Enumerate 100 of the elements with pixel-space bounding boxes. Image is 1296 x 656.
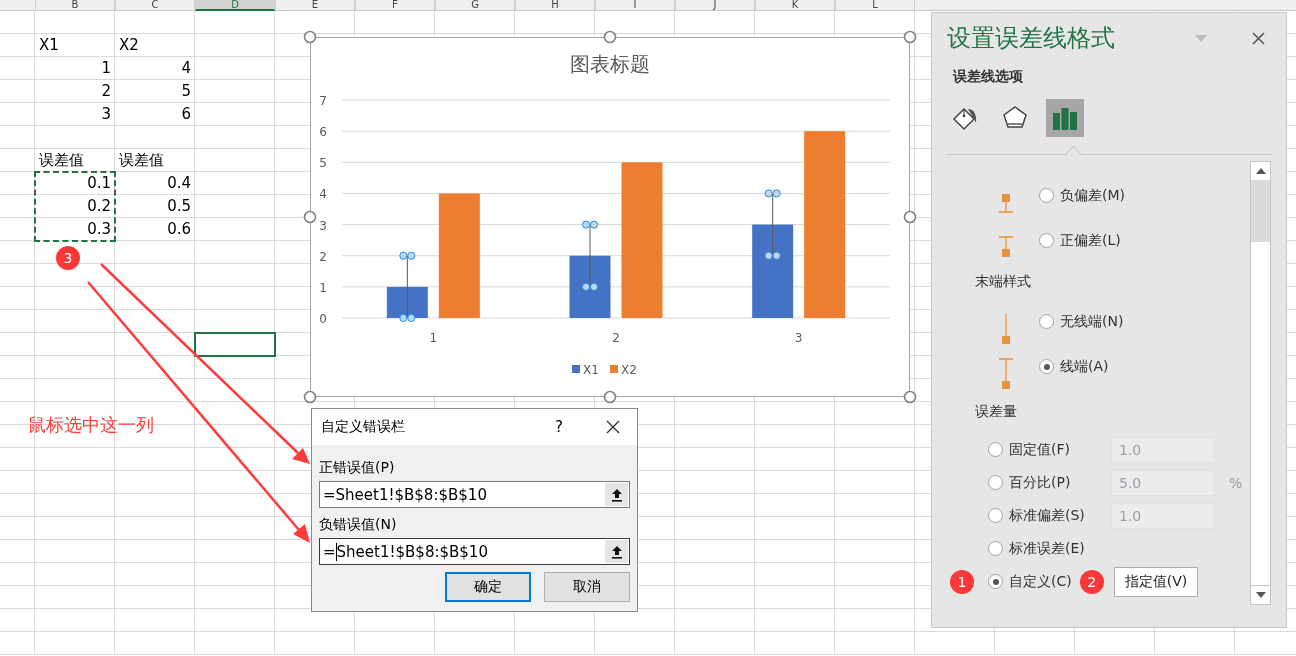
radio-label[interactable]: 负偏差(M): [1060, 186, 1125, 205]
table-cell-text: 0.3: [86, 219, 112, 240]
column-header[interactable]: J: [675, 0, 755, 11]
column-header[interactable]: G: [435, 0, 515, 11]
active-cell[interactable]: [194, 332, 276, 357]
annotation-text: 鼠标选中这一列: [28, 413, 154, 437]
scrollbar[interactable]: [1250, 161, 1271, 605]
radio-button[interactable]: [1039, 233, 1054, 248]
column-header[interactable]: K: [755, 0, 835, 11]
resize-handle[interactable]: [303, 390, 317, 404]
dialog-button[interactable]: 确定: [445, 572, 531, 602]
resize-handle[interactable]: [303, 210, 317, 224]
table-cell-text: 误差值: [38, 150, 85, 171]
pane-title: 设置误差线格式: [947, 23, 1116, 54]
table-cell-text: 5: [180, 81, 192, 102]
step-badge: 3: [56, 246, 80, 270]
column-header[interactable]: C: [115, 0, 195, 11]
column-header[interactable]: H: [515, 0, 595, 11]
column-header[interactable]: E: [275, 0, 355, 11]
error-bar[interactable]: [399, 251, 416, 323]
table-cell-text: 4: [180, 58, 192, 79]
resize-handle[interactable]: [903, 30, 917, 44]
down-triangle-icon: [1255, 592, 1266, 598]
table-cell-text: 3: [100, 104, 112, 125]
step-badge: 1: [950, 569, 974, 594]
range-input-field[interactable]: =Sheet1!$B$8:$B$10: [319, 481, 630, 508]
axis-label: 2: [612, 331, 620, 345]
column-header[interactable]: F: [355, 0, 435, 11]
legend-label: X1: [583, 363, 599, 377]
axis-label: 0: [319, 312, 327, 326]
radio-button[interactable]: [1039, 188, 1054, 203]
column-header[interactable]: B: [35, 0, 115, 11]
upload-arrow-icon: [610, 544, 623, 559]
radio-label[interactable]: 无线端(N): [1060, 312, 1124, 331]
radio-button[interactable]: [988, 574, 1003, 589]
table-cell-text: 2: [100, 81, 112, 102]
table-cell-text: 0.2: [86, 196, 112, 217]
axis-label: 5: [319, 156, 327, 171]
table-cell-text: 0.6: [166, 219, 192, 240]
resize-handle[interactable]: [603, 30, 617, 44]
collapse-dialog-button[interactable]: [605, 540, 628, 563]
table-cell-text: 0.1: [86, 173, 112, 194]
upload-arrow-icon: [610, 487, 623, 502]
axis-label: 3: [794, 331, 803, 345]
table-cell-text: X2: [118, 35, 140, 56]
bar[interactable]: [438, 193, 480, 318]
close-icon[interactable]: [1252, 31, 1265, 45]
legend-swatch: [610, 365, 618, 373]
error-bar[interactable]: [581, 220, 599, 291]
bar[interactable]: [386, 286, 428, 318]
table-cell-text: 0.5: [166, 196, 192, 217]
column-header[interactable]: L: [835, 0, 915, 11]
step-badge: 2: [1079, 569, 1104, 594]
legend-swatch: [572, 365, 580, 373]
radio-label[interactable]: 线端(A): [1060, 357, 1109, 376]
section-title: 误差线选项: [952, 67, 1024, 86]
bar-chart-tab[interactable]: [1046, 99, 1084, 137]
bar[interactable]: [752, 224, 794, 318]
bar[interactable]: [804, 131, 846, 318]
axis-label: 7: [319, 94, 327, 108]
radio-button[interactable]: [1039, 359, 1054, 374]
scroll-thumb[interactable]: [1251, 180, 1270, 242]
radio-label[interactable]: 自定义(C): [1009, 572, 1072, 591]
column-header[interactable]: I: [595, 0, 675, 11]
specify-value-button[interactable]: 指定值(V): [1113, 566, 1199, 597]
axis-label: 4: [319, 187, 327, 202]
unit-label: %: [1229, 474, 1243, 491]
resize-handle[interactable]: [603, 390, 617, 404]
axis-label: 1: [429, 331, 438, 345]
bar[interactable]: [569, 255, 611, 318]
section-heading: 误差量: [974, 402, 1018, 421]
legend-label: X2: [621, 363, 637, 377]
axis-label: 1: [319, 280, 327, 295]
radio-label[interactable]: 标准误差(E): [1009, 539, 1111, 558]
table-cell-text: 0.4: [166, 173, 192, 194]
resize-handle[interactable]: [303, 30, 317, 44]
table-cell-text: 误差值: [118, 150, 165, 171]
table-cell-text: 1: [100, 58, 112, 79]
range-input-field[interactable]: =Sheet1!$B$8:$B$10: [319, 538, 630, 565]
field-label: 正错误值(P): [319, 458, 396, 477]
radio-label[interactable]: 正偏差(L): [1060, 231, 1121, 250]
table-cell-text: 6: [180, 104, 192, 125]
close-icon[interactable]: [606, 420, 620, 434]
field-label: 负错误值(N): [319, 515, 398, 534]
dialog-button[interactable]: 取消: [544, 572, 630, 602]
dialog-title: 自定义错误栏: [321, 418, 406, 436]
collapse-dialog-button[interactable]: [605, 483, 628, 506]
table-cell-text: X1: [38, 35, 60, 56]
help-button[interactable]: ?: [555, 418, 563, 436]
chart-title: 图表标题: [570, 52, 650, 76]
error-bar[interactable]: [764, 189, 781, 260]
section-heading: 末端样式: [974, 272, 1032, 291]
radio-button[interactable]: [1039, 314, 1054, 329]
axis-label: 2: [319, 249, 327, 264]
radio-button[interactable]: [988, 541, 1003, 556]
up-triangle-icon: [1255, 168, 1266, 174]
resize-handle[interactable]: [903, 210, 917, 224]
column-header[interactable]: D: [195, 0, 275, 11]
axis-label: 6: [319, 125, 327, 140]
resize-handle[interactable]: [903, 390, 917, 404]
